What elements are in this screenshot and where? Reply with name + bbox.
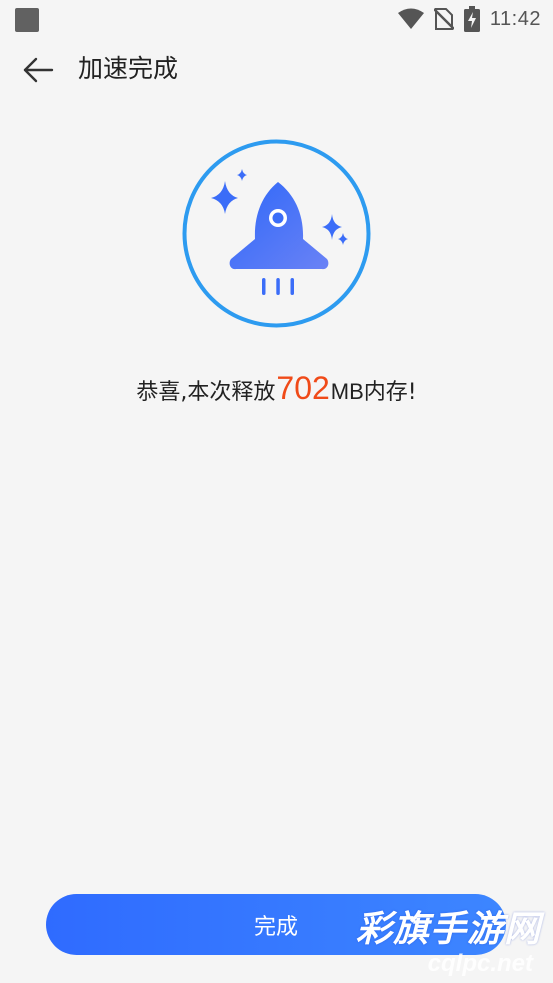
status-icons: 11:42 xyxy=(397,5,541,33)
wifi-icon xyxy=(397,8,424,29)
app-notification-icon xyxy=(15,8,39,32)
no-sim-icon xyxy=(433,8,454,30)
result-suffix: 内存! xyxy=(363,380,417,405)
back-button[interactable] xyxy=(18,50,58,90)
battery-charging-icon xyxy=(463,6,480,32)
page-title: 加速完成 xyxy=(78,54,179,83)
done-label: 完成 xyxy=(253,914,298,940)
done-button[interactable]: 完成 xyxy=(46,894,506,955)
screen: 11:42 加速完成 恭喜,本次释放 702 MB 内存! 完成 彩旗手游网 c… xyxy=(0,0,553,983)
status-time: 11:42 xyxy=(489,7,541,30)
rocket-icon xyxy=(229,182,329,295)
result-message: 恭喜,本次释放 702 MB 内存! xyxy=(0,370,553,414)
released-amount: 702 xyxy=(276,370,330,406)
app-header: 加速完成 xyxy=(0,42,553,98)
result-prefix: 恭喜,本次释放 xyxy=(136,380,276,405)
back-arrow-icon xyxy=(23,57,54,83)
released-unit: MB xyxy=(330,379,364,404)
status-bar: 11:42 xyxy=(0,0,553,38)
rocket-illustration xyxy=(182,139,371,328)
